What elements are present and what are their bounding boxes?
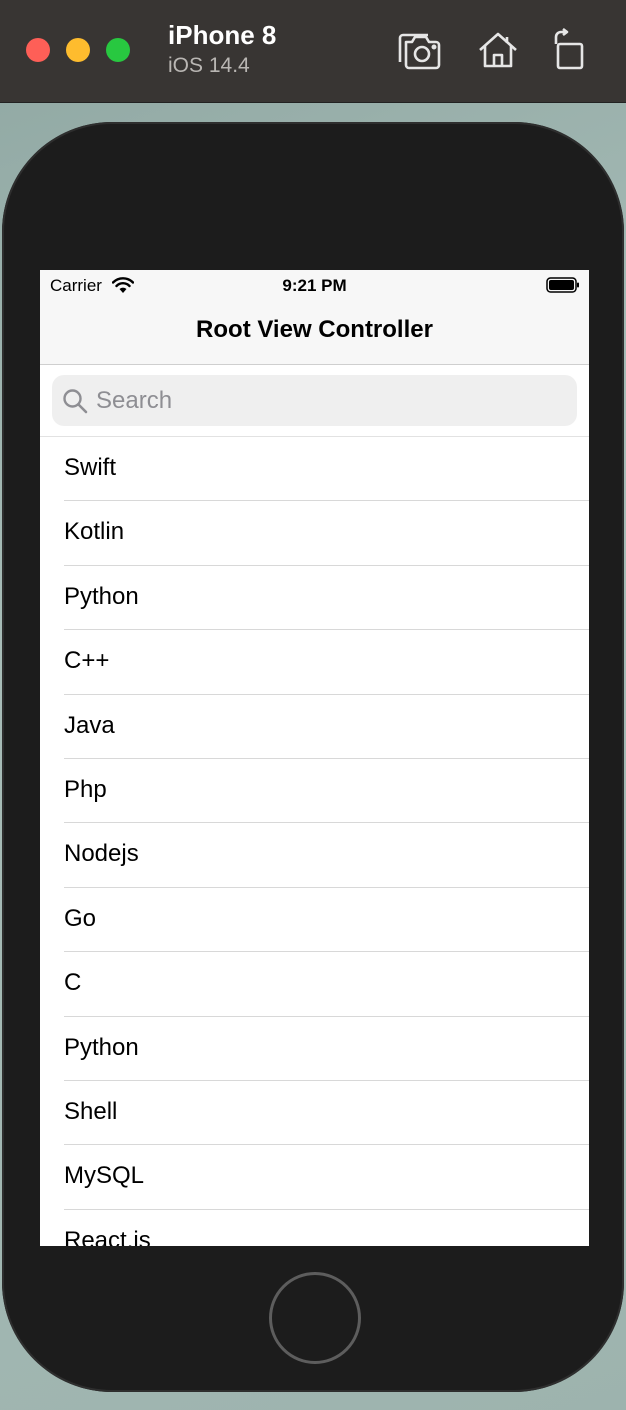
list-item-label: Python: [64, 582, 139, 610]
device-name: iPhone 8: [168, 20, 277, 50]
app-screen: Carrier 9:21 PM Root View Controller Swi…: [40, 270, 589, 1246]
list-item[interactable]: Nodejs: [40, 823, 589, 889]
status-bar: Carrier 9:21 PM: [40, 270, 589, 300]
list-item-label: MySQL: [64, 1162, 145, 1190]
home-icon[interactable]: [474, 28, 522, 72]
list-item[interactable]: Python: [40, 566, 589, 631]
page-title: Root View Controller: [196, 316, 433, 343]
list-item-label: Swift: [64, 454, 117, 481]
list-item-label: Shell: [64, 1097, 118, 1125]
list-item[interactable]: Php: [40, 759, 589, 824]
search-icon: [63, 389, 88, 414]
list-item[interactable]: Swift: [40, 437, 589, 502]
search-bar: [40, 365, 589, 437]
minimize-window-button[interactable]: [66, 38, 90, 62]
list-item-label: C++: [64, 647, 110, 675]
home-button[interactable]: [269, 1272, 361, 1364]
list-item-label: Python: [64, 1033, 139, 1061]
list-item[interactable]: Python: [40, 1017, 589, 1082]
zoom-window-button[interactable]: [106, 38, 130, 62]
list-item-label: Java: [64, 711, 115, 739]
list-item-label: Go: [64, 904, 97, 932]
list-item-label: Php: [64, 775, 107, 803]
status-time: 9:21 PM: [282, 276, 347, 295]
os-version: iOS 14.4: [168, 54, 250, 77]
rotate-icon[interactable]: [546, 27, 594, 72]
simulator-title-bar: iPhone 8 iOS 14.4: [0, 0, 626, 103]
list-item[interactable]: Java: [40, 695, 589, 760]
list-item-label: React.js: [64, 1226, 151, 1246]
list-item[interactable]: Kotlin: [40, 501, 589, 567]
search-field[interactable]: [52, 375, 577, 426]
list-item-label: Kotlin: [64, 518, 125, 546]
list-item[interactable]: C: [40, 952, 589, 1017]
list-item[interactable]: React.js: [40, 1210, 589, 1246]
search-input[interactable]: [96, 375, 566, 426]
list-item[interactable]: C++: [40, 630, 589, 695]
list-item-label: C: [64, 969, 82, 997]
list-item[interactable]: Shell: [40, 1081, 589, 1146]
list-item[interactable]: MySQL: [40, 1145, 589, 1211]
list-item[interactable]: Go: [40, 888, 589, 953]
close-window-button[interactable]: [26, 38, 50, 62]
battery-icon: [546, 277, 579, 293]
navigation-bar: Root View Controller: [40, 300, 589, 365]
language-list: Swift Kotlin Python C++ Java Php Nodejs …: [40, 437, 589, 1246]
screenshot-icon[interactable]: [396, 28, 444, 72]
list-item-label: Nodejs: [64, 840, 139, 868]
